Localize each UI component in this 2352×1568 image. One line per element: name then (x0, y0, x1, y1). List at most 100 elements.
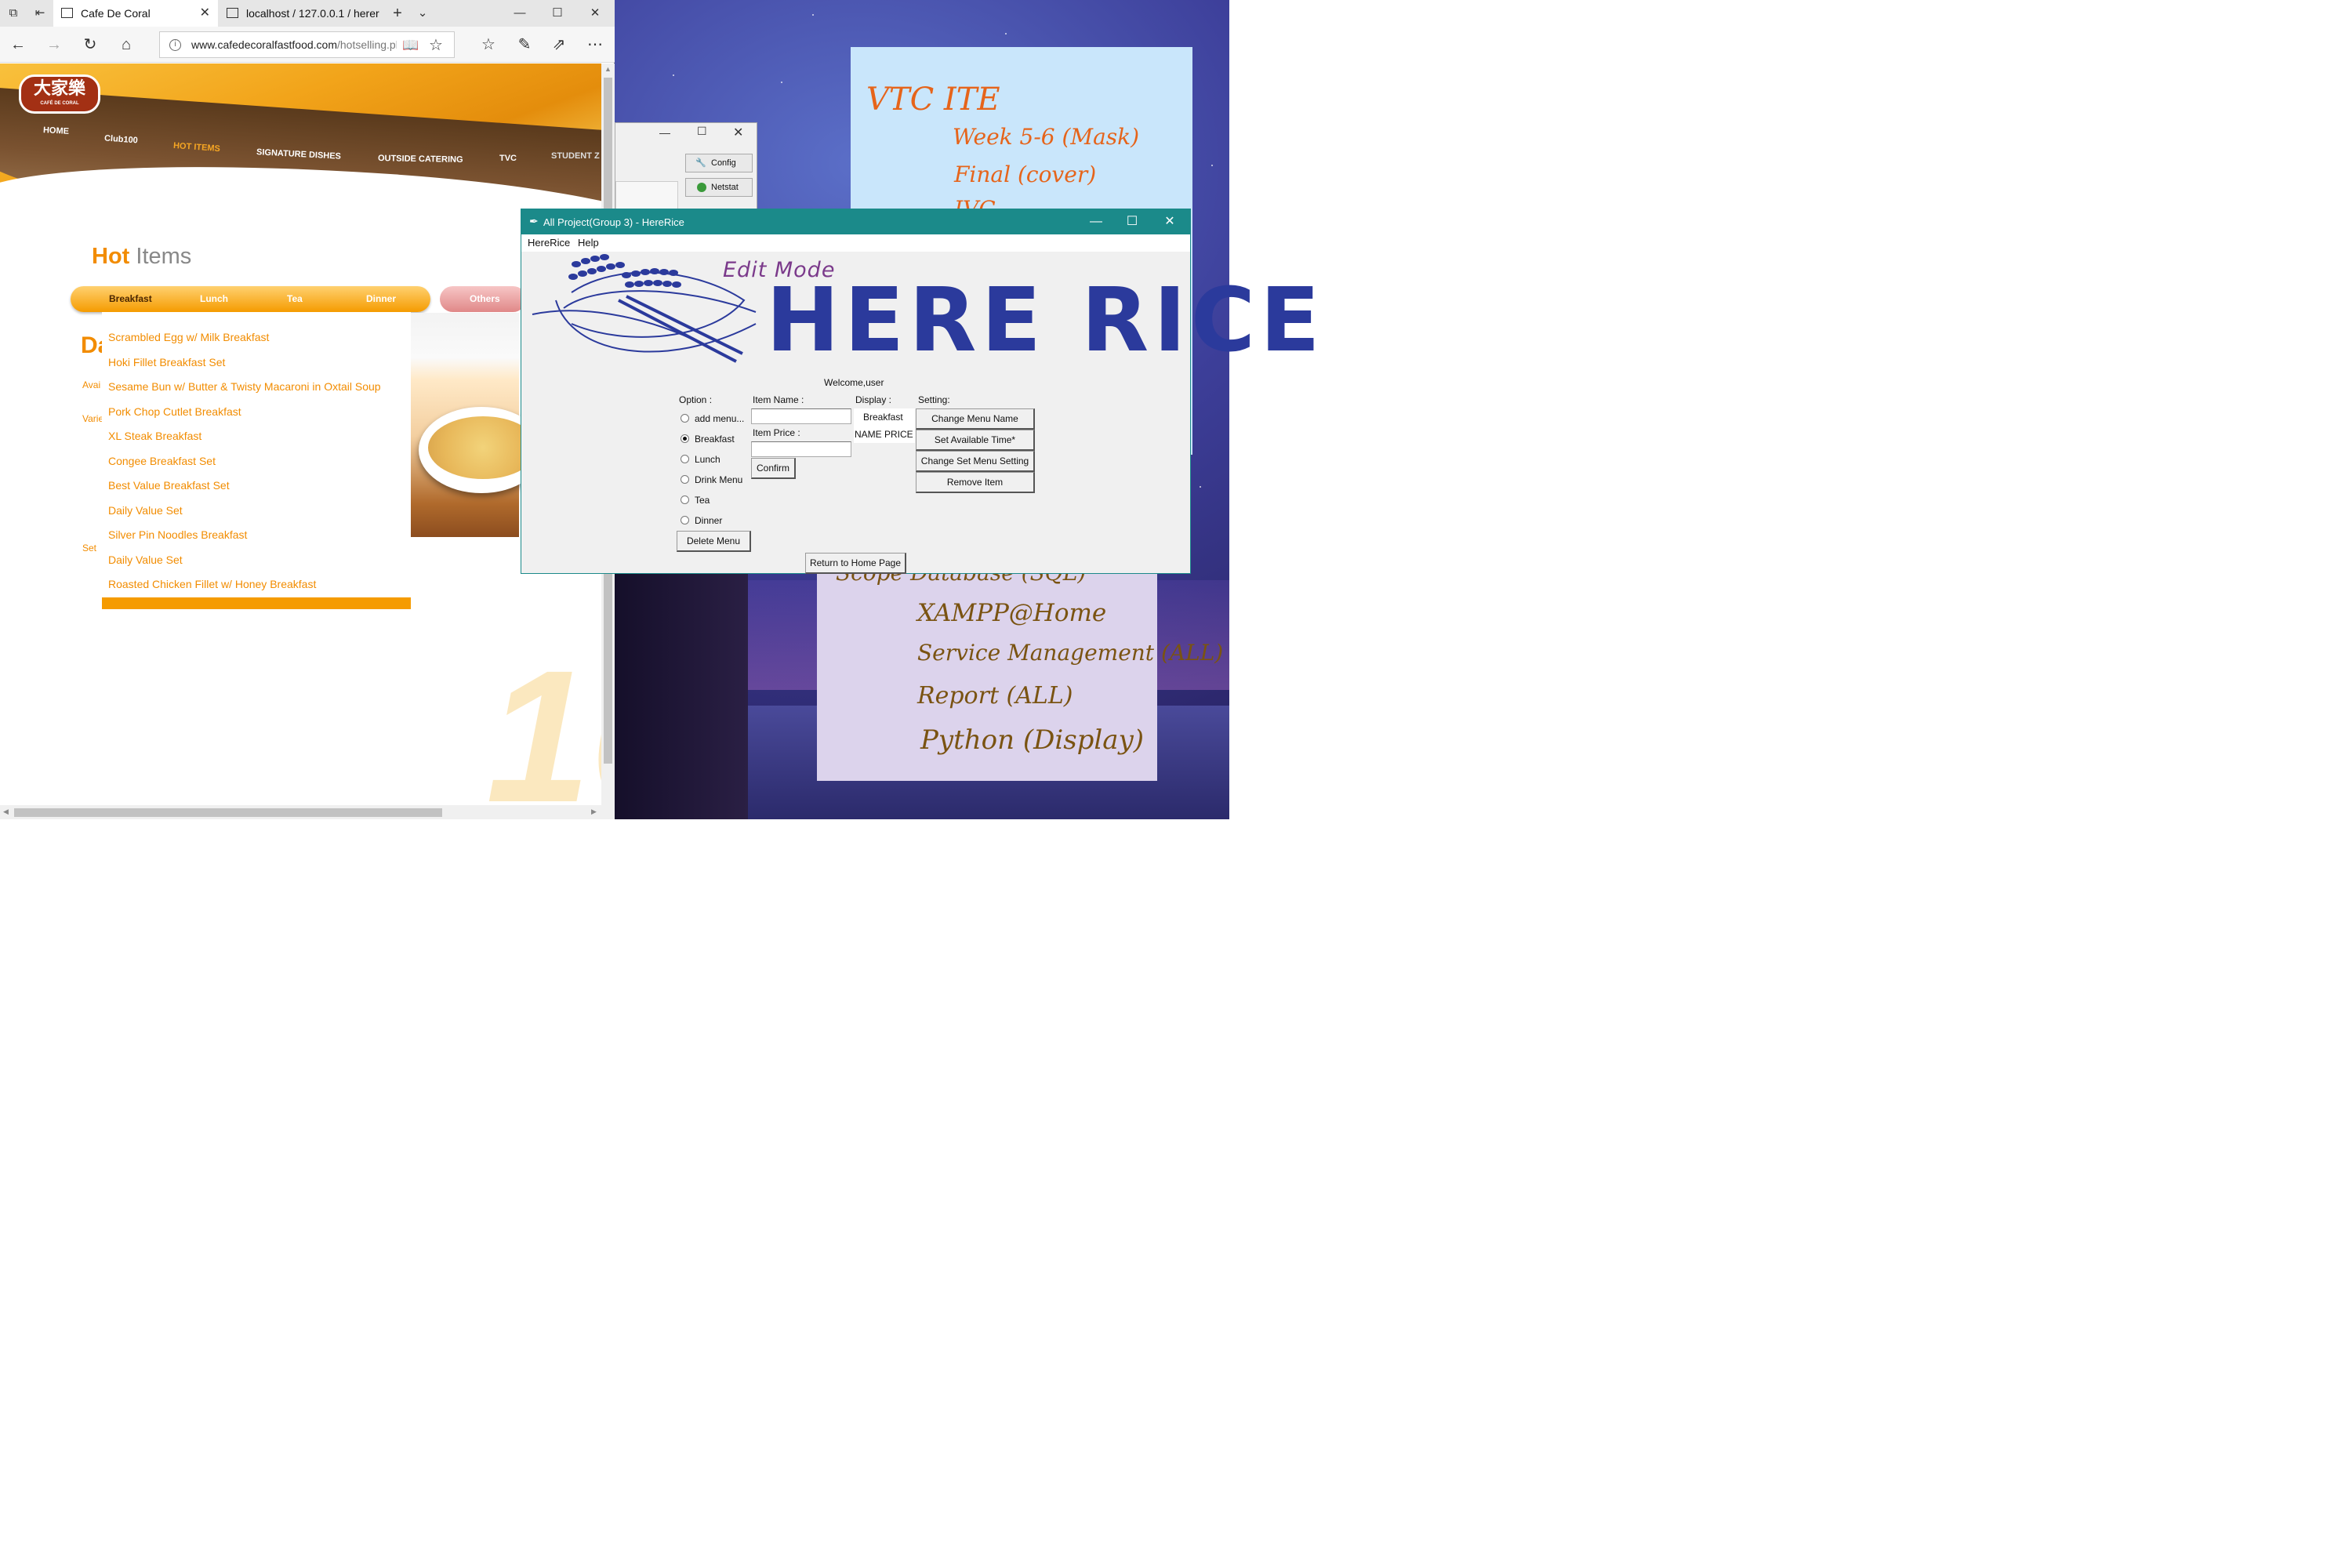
item-price-label: Item Price : (753, 427, 800, 438)
display-title: Breakfast (863, 412, 903, 423)
change-menu-name-button[interactable]: Change Menu Name (916, 408, 1035, 430)
page-icon (61, 8, 73, 18)
scroll-left-icon[interactable]: ◀ (3, 808, 9, 816)
favorite-star-icon[interactable]: ☆ (429, 35, 443, 55)
item-price-input[interactable] (751, 441, 851, 457)
dropdown-item[interactable]: Silver Pin Noodles Breakfast (108, 528, 247, 541)
tab-lunch[interactable]: Lunch (200, 293, 228, 304)
maximize-icon[interactable]: ☐ (544, 0, 571, 27)
scroll-right-icon[interactable]: ▶ (591, 808, 597, 816)
food-image (411, 313, 544, 537)
tabs-aside-icon[interactable]: ⧉ (0, 0, 27, 27)
tab-cafe-de-coral[interactable]: Cafe De Coral ✕ (53, 0, 218, 27)
tab-others[interactable]: Others (440, 286, 526, 312)
web-note-icon[interactable]: ✎ (513, 33, 536, 56)
close-window-icon[interactable]: ✕ (582, 0, 608, 27)
setting-label: Setting: (918, 394, 950, 405)
favorites-icon[interactable]: ☆ (477, 33, 500, 56)
home-icon[interactable]: ⌂ (114, 33, 138, 56)
background-graphic: 10 (486, 631, 601, 805)
info-icon[interactable]: i (169, 39, 181, 51)
menu-help[interactable]: Help (578, 237, 599, 249)
title-bar[interactable]: ✒ All Project(Group 3) - HereRice — ☐ ✕ (521, 209, 1190, 234)
wrench-icon: 🔧 (695, 158, 706, 168)
tab-breakfast[interactable]: Breakfast (109, 293, 152, 304)
sticky-note-bottom[interactable]: Scope Database (SQL) XAMPP@Home Service … (817, 560, 1223, 781)
set-available-time-button[interactable]: Set Available Time* (916, 430, 1035, 451)
option-text: Breakfast (695, 434, 735, 445)
panel (615, 181, 678, 212)
others-label: Others (470, 293, 500, 304)
minimize-icon[interactable]: — (1078, 209, 1114, 234)
radio-button[interactable] (681, 516, 689, 524)
change-set-menu-setting-button[interactable]: Change Set Menu Setting (916, 451, 1035, 472)
close-icon[interactable]: ✕ (1152, 209, 1188, 234)
address-bar: ← → ↻ ⌂ i www.cafedecoralfastfood.com/ho… (0, 27, 615, 63)
background-window[interactable]: — ☐ ✕ 🔧 Config Netstat (615, 122, 757, 212)
menu-hererice[interactable]: HereRice (528, 237, 570, 249)
sticky-line: Service Management (ALL) (917, 640, 1224, 666)
minimize-icon[interactable]: — (659, 126, 670, 139)
config-button[interactable]: 🔧 Config (685, 154, 753, 172)
tab-tea[interactable]: Tea (287, 293, 303, 304)
close-icon[interactable]: ✕ (733, 125, 743, 140)
option-label: Option : (679, 394, 713, 405)
new-tab-icon[interactable]: + (384, 0, 411, 27)
nav-tvc[interactable]: TVC (499, 154, 517, 163)
tab-title: localhost / 127.0.0.1 / herer (246, 7, 379, 20)
radio-button[interactable] (681, 495, 689, 504)
tab-dinner[interactable]: Dinner (366, 293, 396, 304)
logo-text: 大家樂 (33, 78, 85, 98)
side-label: Set (82, 543, 97, 554)
refresh-icon[interactable]: ↻ (78, 33, 102, 56)
dropdown-item[interactable]: Hoki Fillet Breakfast Set (108, 356, 225, 368)
radio-button[interactable] (681, 434, 689, 443)
maximize-icon[interactable]: ☐ (1114, 209, 1150, 234)
nav-student-z[interactable]: STUDENT Z (551, 151, 600, 161)
dropdown-item[interactable]: Congee Breakfast Set (108, 455, 216, 467)
scroll-up-icon[interactable]: ▲ (604, 65, 612, 73)
horizontal-scrollbar[interactable]: ◀ ▶ (0, 805, 615, 819)
radio-button[interactable] (681, 414, 689, 423)
title-rest: Items (129, 244, 192, 269)
star (812, 14, 814, 16)
delete-menu-button[interactable]: Delete Menu (677, 531, 751, 552)
netstat-label: Netstat (711, 183, 739, 192)
url-input[interactable]: i www.cafedecoralfastfood.com/hotselling… (159, 31, 455, 58)
confirm-button[interactable]: Confirm (751, 458, 796, 479)
dropdown-item[interactable]: Sesame Bun w/ Butter & Twisty Macaroni i… (108, 380, 381, 393)
share-icon[interactable]: ⇗ (547, 33, 571, 56)
item-name-input[interactable] (751, 408, 851, 424)
sticky-line: VTC ITE (866, 82, 1000, 118)
page-icon (227, 8, 238, 18)
radio-button[interactable] (681, 455, 689, 463)
set-aside-icon[interactable]: ⇤ (27, 0, 53, 27)
site-logo[interactable]: 大家樂 CAFÉ DE CORAL (19, 74, 100, 114)
close-tab-icon[interactable]: ✕ (200, 0, 210, 27)
dropdown-item[interactable]: Daily Value Set (108, 554, 183, 566)
dropdown-item[interactable]: Roasted Chicken Fillet w/ Honey Breakfas… (108, 578, 316, 590)
more-icon[interactable]: ⋯ (583, 33, 607, 56)
option-text: Drink Menu (695, 474, 743, 485)
dropdown-item[interactable]: Pork Chop Cutlet Breakfast (108, 405, 241, 418)
reading-view-icon[interactable]: 📖 (402, 38, 419, 53)
remove-item-button[interactable]: Remove Item (916, 472, 1035, 493)
maximize-icon[interactable]: ☐ (697, 125, 707, 138)
dropdown-item[interactable]: XL Steak Breakfast (108, 430, 201, 442)
star (781, 82, 782, 83)
return-home-button[interactable]: Return to Home Page (805, 553, 906, 574)
dropdown-item[interactable]: Scrambled Egg w/ Milk Breakfast (108, 331, 269, 343)
dropdown-item[interactable]: Best Value Breakfast Set (108, 479, 230, 492)
nav-home[interactable]: HOME (43, 125, 70, 136)
minimize-icon[interactable]: — (506, 0, 533, 27)
netstat-button[interactable]: Netstat (685, 178, 753, 197)
tab-localhost[interactable]: localhost / 127.0.0.1 / herer (219, 0, 383, 27)
chevron-down-icon[interactable]: ⌄ (409, 0, 436, 27)
scroll-thumb[interactable] (14, 808, 442, 817)
dropdown-item[interactable]: Daily Value Set (108, 504, 183, 517)
back-icon[interactable]: ← (6, 33, 30, 56)
nav-outside-catering[interactable]: OUTSIDE CATERING (378, 154, 463, 165)
radio-button[interactable] (681, 475, 689, 484)
forward-icon[interactable]: → (42, 33, 66, 56)
hererice-logo-text: HERE RICE (766, 270, 1325, 372)
